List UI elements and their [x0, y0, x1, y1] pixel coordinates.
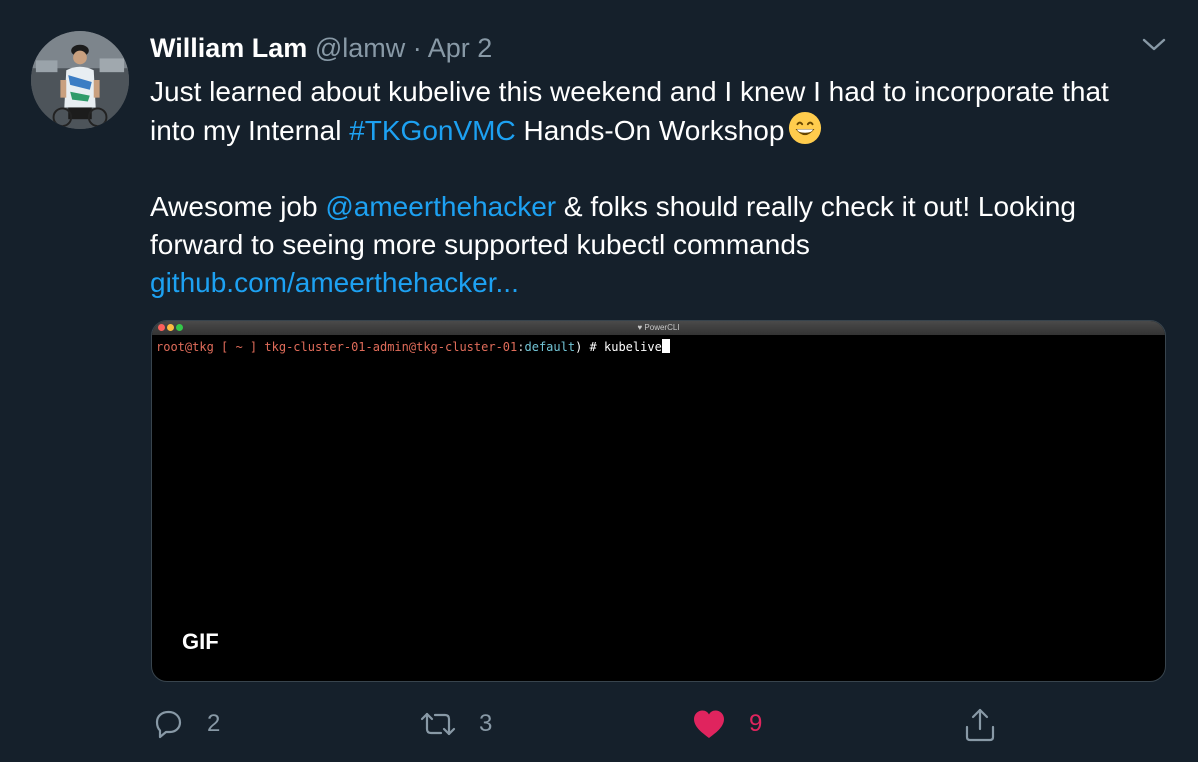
retweet-count: 3	[479, 710, 493, 737]
tweet-text-part: Hands-On Workshop	[515, 115, 785, 146]
like-count: 9	[749, 710, 763, 737]
terminal-title: ♥ PowerCLI	[637, 323, 680, 332]
share-icon	[965, 708, 995, 742]
prompt-user: root@tkg	[156, 340, 214, 354]
url-link[interactable]: github.com/ameerthehacker...	[150, 267, 519, 298]
share-button[interactable]	[962, 707, 998, 743]
reply-icon	[155, 710, 182, 739]
terminal-command: kubelive	[604, 340, 662, 354]
prompt-namespace: default	[524, 340, 576, 354]
terminal-title-text: PowerCLI	[644, 323, 680, 332]
avatar-photo	[31, 31, 129, 129]
terminal-line: root@tkg [ ~ ] tkg-cluster-01-admin@tkg-…	[152, 335, 1165, 358]
author-name[interactable]: William Lam	[150, 33, 307, 63]
tweet-header: William Lam @lamw · Apr 2	[150, 33, 492, 64]
retweet-icon	[420, 712, 456, 736]
tweet-paragraph-2: Awesome job @ameerthehacker & folks shou…	[150, 188, 1160, 302]
retweet-button[interactable]: 3	[419, 707, 492, 741]
tweet-text: Just learned about kubelive this weekend…	[150, 73, 1160, 302]
tweet-date[interactable]: Apr 2	[428, 33, 493, 63]
chevron-down-icon[interactable]	[1141, 34, 1167, 54]
gif-badge: GIF	[182, 629, 219, 654]
hashtag-link[interactable]: #TKGonVMC	[349, 115, 516, 146]
prompt-dir: [ ~ ]	[221, 340, 258, 354]
prompt-context: tkg-cluster-01-admin@tkg-cluster-01	[264, 340, 518, 354]
tweet-paragraph-1: Just learned about kubelive this weekend…	[150, 73, 1160, 150]
terminal-titlebar: ♥ PowerCLI	[152, 321, 1165, 335]
author-handle[interactable]: @lamw	[315, 33, 405, 63]
prompt-colon: :	[517, 340, 525, 354]
prompt-end: ) #	[575, 340, 597, 354]
heart-icon	[694, 710, 724, 738]
tweet-text-part: Awesome job	[150, 191, 326, 222]
header-separator: ·	[412, 33, 422, 63]
like-button[interactable]: 9	[691, 707, 762, 741]
avatar[interactable]	[31, 31, 129, 129]
tweet-actions: 2 3 9	[0, 700, 1198, 750]
grinning-face-emoji-icon	[789, 111, 822, 145]
mention-link[interactable]: @ameerthehacker	[325, 191, 556, 222]
reply-button[interactable]: 2	[151, 707, 220, 741]
gif-media[interactable]: ♥ PowerCLI root@tkg [ ~ ] tkg-cluster-01…	[151, 320, 1166, 682]
reply-count: 2	[207, 710, 221, 737]
terminal-cursor	[661, 339, 670, 353]
